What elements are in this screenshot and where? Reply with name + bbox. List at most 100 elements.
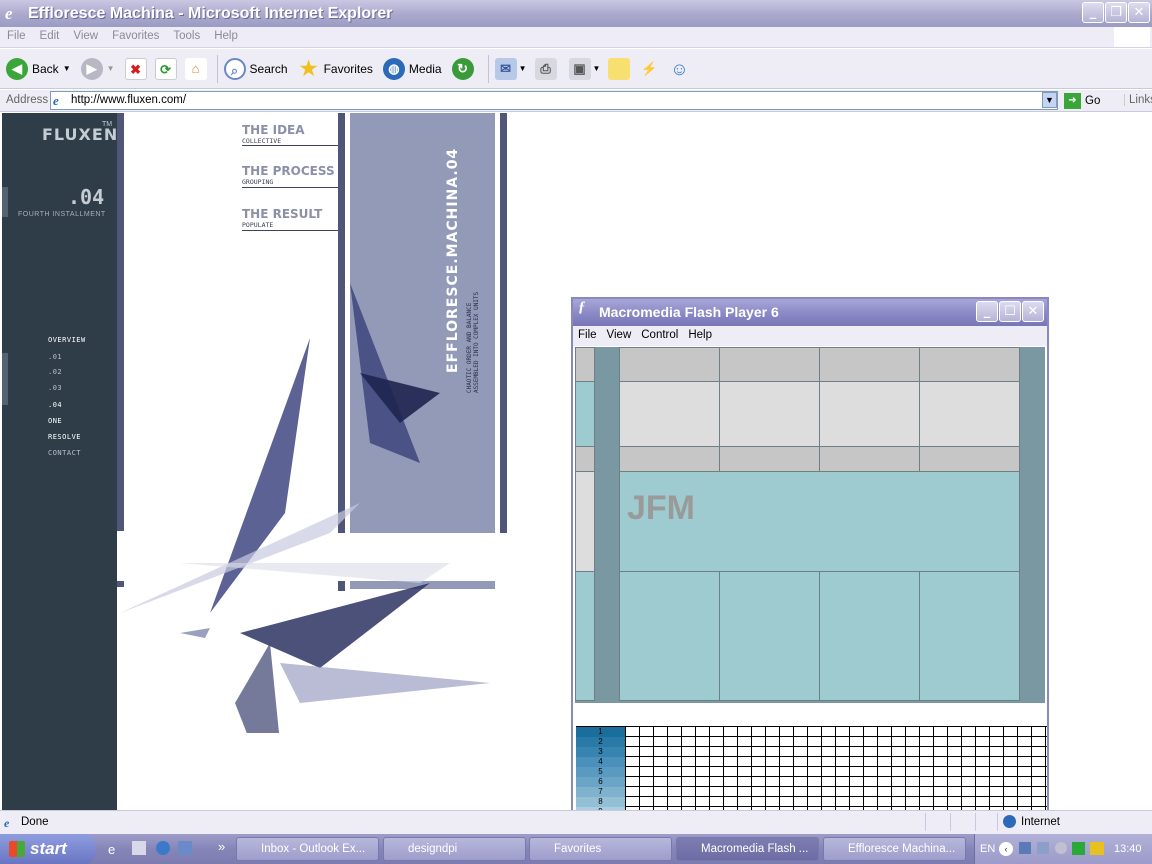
flash-close-button[interactable]: ✕: [1022, 301, 1044, 322]
timeline-row-label[interactable]: 5: [576, 767, 625, 777]
task-designdpi[interactable]: designdpi: [383, 837, 526, 861]
stage-cell: [619, 381, 720, 447]
tray-zonealarm-icon[interactable]: [1090, 842, 1104, 855]
edit-dropdown-icon[interactable]: ▼: [593, 64, 601, 73]
menu-help[interactable]: Help: [207, 27, 245, 45]
language-indicator[interactable]: EN: [980, 843, 995, 855]
flash-menu-bar: File View Control Help: [573, 326, 1047, 346]
back-button[interactable]: ◀ Back ▼: [6, 57, 71, 80]
installment-number: .04: [68, 185, 105, 209]
nav-the-process[interactable]: THE PROCESS GROUPING: [242, 164, 335, 186]
menu-favorites[interactable]: Favorites: [105, 27, 166, 45]
timeline-grid[interactable]: 123456789101112: [573, 726, 1047, 810]
note-icon[interactable]: [608, 57, 631, 80]
menu-edit[interactable]: Edit: [33, 27, 67, 45]
flash-menu-view[interactable]: View: [602, 326, 637, 344]
tray-expand-icon[interactable]: ‹: [999, 842, 1013, 856]
stage-cell: [919, 347, 1020, 382]
quicklaunch-desktop-icon[interactable]: [132, 841, 146, 855]
timeline-row-label[interactable]: 3: [576, 747, 625, 757]
nav-one[interactable]: ONE: [48, 417, 62, 425]
flash-player-window[interactable]: ƒ Macromedia Flash Player 6 _ ☐ ✕ File Vi…: [571, 297, 1049, 810]
flash-menu-file[interactable]: File: [573, 326, 602, 344]
history-icon[interactable]: ↻: [451, 57, 474, 80]
stage-cell: [575, 347, 595, 382]
timeline-row-label[interactable]: 2: [576, 737, 625, 747]
flash-stage[interactable]: JFM: [575, 347, 1045, 703]
timeline-grid-lines: [576, 726, 1047, 810]
task-favorites[interactable]: Favorites: [529, 837, 672, 861]
stage-cell: [919, 446, 1020, 472]
flash-minimize-button[interactable]: _: [976, 301, 998, 322]
stage-cell: [619, 571, 720, 701]
go-button[interactable]: ➜ Go: [1064, 93, 1100, 109]
quicklaunch-ie-icon[interactable]: e: [108, 842, 115, 857]
messenger-icon[interactable]: ⚡: [638, 58, 660, 80]
forward-dropdown-icon[interactable]: ▼: [107, 64, 115, 73]
stage-cell: [719, 381, 820, 447]
back-arrow-icon: ◀: [6, 57, 28, 80]
print-icon[interactable]: ⎙: [534, 57, 557, 80]
timeline-row-label[interactable]: 1: [576, 727, 625, 737]
windows-flag-icon: [9, 841, 25, 857]
flash-menu-help[interactable]: Help: [683, 326, 717, 344]
browser-title-bar: e Effloresce Machina - Microsoft Interne…: [0, 0, 1152, 27]
media-button[interactable]: ◍ Media: [382, 57, 442, 80]
stop-icon[interactable]: ✖: [124, 57, 147, 80]
minimize-button[interactable]: _: [1082, 2, 1104, 23]
forward-button[interactable]: ▶ ▼: [80, 57, 115, 80]
tray-app-icon[interactable]: [1019, 842, 1031, 854]
nav-the-idea[interactable]: THE IDEA COLLECTIVE: [242, 123, 305, 145]
tray-volume-icon[interactable]: [1055, 842, 1067, 854]
nav-overview[interactable]: OVERVIEW: [48, 336, 86, 344]
timeline-row-label[interactable]: 4: [576, 757, 625, 767]
stage-cell: [819, 381, 920, 447]
page-status-icon: e: [4, 816, 10, 830]
menu-view[interactable]: View: [66, 27, 105, 45]
address-dropdown-icon[interactable]: ▼: [1042, 92, 1057, 108]
mail-dropdown-icon[interactable]: ▼: [519, 64, 527, 73]
timeline-row-label[interactable]: 7: [576, 787, 625, 797]
quicklaunch-media-icon[interactable]: [156, 841, 170, 855]
tray-network-icon[interactable]: [1037, 842, 1049, 854]
status-divider: [925, 813, 926, 831]
task-effloresce[interactable]: Effloresce Machina...: [823, 837, 966, 861]
divider: [242, 230, 338, 231]
flash-title-bar[interactable]: ƒ Macromedia Flash Player 6 _ ☐ ✕: [573, 299, 1047, 326]
tray-security-icon[interactable]: [1072, 842, 1085, 855]
edit-icon[interactable]: ▣: [568, 57, 591, 80]
task-outlook[interactable]: Inbox - Outlook Ex...: [236, 837, 379, 861]
home-icon[interactable]: ⌂: [184, 57, 207, 80]
web-page: FLUXEN TM .04 FOURTH INSTALLMENT OVERVIE…: [0, 113, 1152, 810]
contacts-icon[interactable]: ☺: [668, 58, 690, 80]
links-button[interactable]: Links: [1124, 94, 1152, 106]
start-button[interactable]: start: [0, 834, 96, 864]
search-button[interactable]: ⌕ Search: [223, 57, 288, 80]
quicklaunch-app-icon[interactable]: [178, 841, 192, 855]
flash-menu-control[interactable]: Control: [636, 326, 683, 344]
maximize-button[interactable]: ❐: [1105, 2, 1127, 23]
quicklaunch-more-icon[interactable]: »: [218, 839, 225, 854]
address-input[interactable]: e http://www.fluxen.com/: [50, 91, 1058, 110]
nav-02[interactable]: .02: [48, 368, 62, 376]
nav-resolve[interactable]: RESOLVE: [48, 433, 81, 441]
menu-tools[interactable]: Tools: [166, 27, 207, 45]
flash-maximize-button[interactable]: ☐: [999, 301, 1021, 322]
task-flash-player[interactable]: Macromedia Flash ...: [676, 837, 819, 861]
nav-03[interactable]: .03: [48, 384, 62, 392]
refresh-icon[interactable]: ⟳: [154, 57, 177, 80]
nav-contact[interactable]: CONTACT: [48, 449, 81, 457]
timeline-row-label[interactable]: 6: [576, 777, 625, 787]
nav-01[interactable]: .01: [48, 353, 62, 361]
timeline-row-label[interactable]: 8: [576, 797, 625, 807]
menu-file[interactable]: File: [0, 27, 33, 45]
close-button[interactable]: ✕: [1128, 2, 1150, 23]
favorites-button[interactable]: ★ Favorites: [298, 58, 373, 80]
mail-icon[interactable]: ✉: [494, 57, 517, 80]
status-divider: [997, 813, 998, 831]
forward-arrow-icon: ▶: [80, 57, 103, 80]
nav-04[interactable]: .04: [48, 401, 62, 409]
back-dropdown-icon[interactable]: ▼: [63, 64, 71, 73]
divider: [242, 145, 338, 146]
nav-the-result[interactable]: THE RESULT POPULATE: [242, 207, 322, 229]
